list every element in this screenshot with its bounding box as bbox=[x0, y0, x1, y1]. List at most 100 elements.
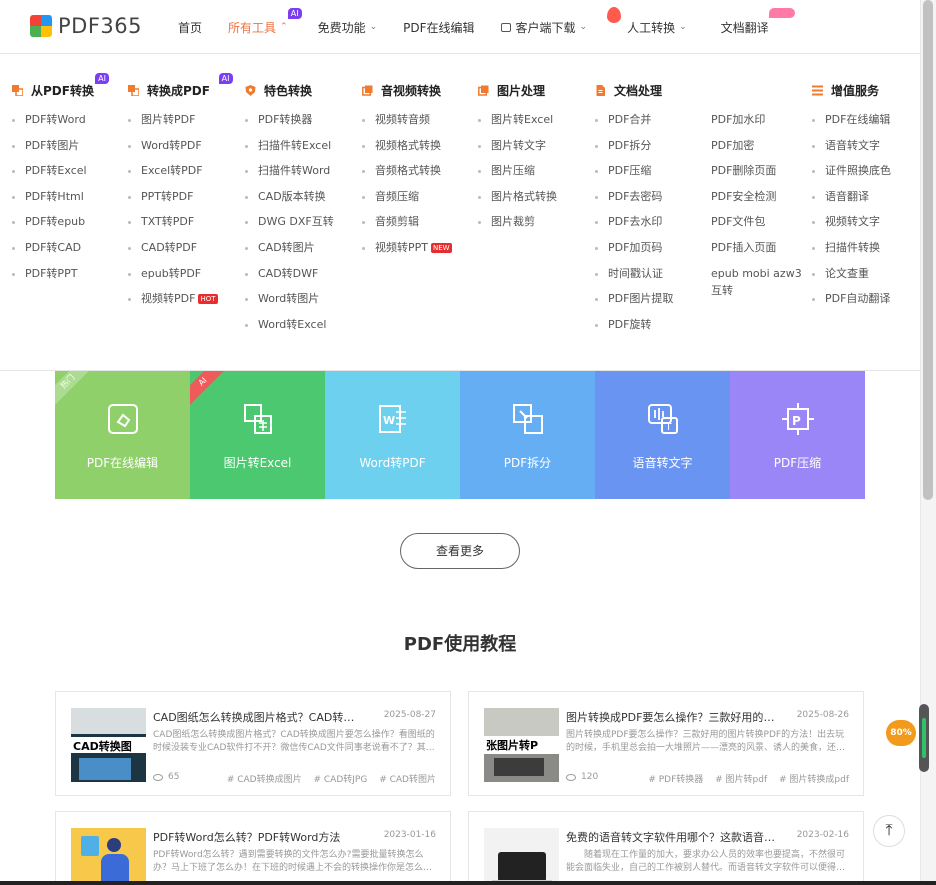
article-card[interactable]: 免费的语音转文字软件用哪个？这款语音转文字工具好用 2023-02-16 随着现… bbox=[468, 811, 864, 885]
menu-item[interactable]: 图片转Excel bbox=[478, 113, 557, 139]
menu-item[interactable]: PDF加水印 bbox=[711, 113, 802, 139]
menu-item[interactable]: DWG DXF互转 bbox=[245, 215, 334, 241]
menu-item-label: PDF转epub bbox=[25, 215, 86, 229]
nav-all-tools[interactable]: 所有工具 ⌃ AI bbox=[228, 7, 302, 36]
menu-item[interactable]: 视频转PDF HOT bbox=[128, 292, 218, 318]
menu-item[interactable]: PDF转图片 bbox=[12, 139, 94, 165]
view-more-button[interactable]: 查看更多 bbox=[400, 533, 520, 569]
menu-item[interactable]: 图片裁剪 bbox=[478, 215, 557, 241]
menu-item[interactable]: PPT转PDF bbox=[128, 190, 218, 216]
nav-human-convert[interactable]: 人工转换 ⌄ bbox=[607, 6, 687, 36]
menu-item[interactable]: 证件照换底色 bbox=[812, 164, 891, 190]
menu-item[interactable]: PDF加页码 bbox=[595, 241, 673, 267]
article-tag[interactable]: # PDF转换器 bbox=[648, 775, 703, 785]
article-card[interactable]: CAD转换图 CAD图纸怎么转换成图片格式？CAD转换成图片要怎么操作？ 202… bbox=[55, 691, 451, 796]
menu-item[interactable]: 扫描件转换 bbox=[812, 241, 891, 267]
menu-item[interactable]: CAD转PDF bbox=[128, 241, 218, 267]
menu-item[interactable]: 语音转文字 bbox=[812, 139, 891, 165]
menu-item[interactable]: Word转PDF bbox=[128, 139, 218, 165]
menu-item[interactable]: PDF拆分 bbox=[595, 139, 673, 165]
nav-doc-translate[interactable]: 文档翻译 bbox=[721, 7, 795, 36]
article-title[interactable]: PDF转Word怎么转？PDF转Word方法 bbox=[153, 829, 363, 845]
nav-free[interactable]: 免费功能 ⌄ bbox=[318, 19, 378, 36]
article-title[interactable]: CAD图纸怎么转换成图片格式？CAD转换成图片要怎么操作？ bbox=[153, 709, 363, 725]
article-title[interactable]: 图片转换成PDF要怎么操作？三款好用的图片转换PDF的方法 bbox=[566, 709, 776, 725]
menu-item[interactable]: 视频转音频 bbox=[362, 113, 452, 139]
menu-item[interactable]: 时间戳认证 bbox=[595, 267, 673, 293]
tool-tile[interactable]: P PDF压缩 bbox=[730, 371, 865, 499]
menu-item[interactable]: epub转PDF bbox=[128, 267, 218, 293]
menu-item[interactable]: 图片转PDF bbox=[128, 113, 218, 139]
nav-home[interactable]: 首页 bbox=[178, 19, 202, 36]
article-card[interactable]: 张图片转P 图片转换成PDF要怎么操作？三款好用的图片转换PDF的方法 2025… bbox=[468, 691, 864, 796]
menu-item[interactable]: PDF压缩 bbox=[595, 164, 673, 190]
menu-item[interactable]: 扫描件转Word bbox=[245, 164, 334, 190]
nav-online-edit[interactable]: PDF在线编辑 bbox=[403, 19, 474, 36]
menu-item[interactable]: Excel转PDF bbox=[128, 164, 218, 190]
menu-item[interactable]: 视频转文字 bbox=[812, 215, 891, 241]
menu-item[interactable]: PDF安全检测 bbox=[711, 190, 802, 216]
back-to-top-button[interactable]: ⤒ bbox=[873, 815, 905, 847]
scrollbar-thumb[interactable] bbox=[923, 0, 933, 500]
nav-client-download[interactable]: 客户端下载 ⌄ bbox=[500, 19, 587, 36]
menu-item[interactable]: PDF转Html bbox=[12, 190, 94, 216]
article-tags: # CAD转换成图片 # CAD转JPG # CAD转图片 bbox=[218, 772, 436, 785]
ai-badge: AI bbox=[218, 73, 233, 84]
article-tag[interactable]: # CAD转换成图片 bbox=[227, 775, 302, 785]
menu-item[interactable]: PDF在线编辑 bbox=[812, 113, 891, 139]
menu-item[interactable]: CAD转图片 bbox=[245, 241, 334, 267]
tool-tile[interactable]: 热门 PDF在线编辑 bbox=[55, 371, 190, 499]
eye-icon bbox=[153, 773, 163, 781]
menu-item[interactable]: PDF加密 bbox=[711, 139, 802, 165]
menu-item[interactable]: PDF转PPT bbox=[12, 267, 94, 293]
convert-icon bbox=[128, 84, 139, 96]
menu-item[interactable]: 图片转文字 bbox=[478, 139, 557, 165]
tool-tile[interactable]: PDF拆分 bbox=[460, 371, 595, 499]
menu-item[interactable]: PDF去密码 bbox=[595, 190, 673, 216]
menu-item[interactable]: PDF转Excel bbox=[12, 164, 94, 190]
article-tag[interactable]: # CAD转图片 bbox=[379, 775, 436, 785]
menu-item[interactable]: 互转 bbox=[711, 284, 802, 310]
menu-item[interactable]: 图片格式转换 bbox=[478, 190, 557, 216]
menu-item[interactable]: PDF转CAD bbox=[12, 241, 94, 267]
menu-item[interactable]: PDF去水印 bbox=[595, 215, 673, 241]
percent-widget[interactable]: 80% bbox=[886, 720, 916, 746]
menu-item[interactable]: 音频剪辑 bbox=[362, 215, 452, 241]
article-tag[interactable]: # 图片转pdf bbox=[715, 775, 767, 785]
menu-item[interactable]: PDF合并 bbox=[595, 113, 673, 139]
article-tag[interactable]: # 图片转换成pdf bbox=[779, 775, 849, 785]
article-tag[interactable]: # CAD转JPG bbox=[314, 775, 368, 785]
article-card[interactable]: PDF转Word怎么转？PDF转Word方法 2023-01-16 PDF转Wo… bbox=[55, 811, 451, 885]
menu-item[interactable]: CAD版本转换 bbox=[245, 190, 334, 216]
menu-item[interactable]: TXT转PDF bbox=[128, 215, 218, 241]
menu-item[interactable]: PDF图片提取 bbox=[595, 292, 673, 318]
menu-lines-icon bbox=[812, 85, 823, 95]
menu-item[interactable]: 音频格式转换 bbox=[362, 164, 452, 190]
tool-tile[interactable]: AI 图片转Excel bbox=[190, 371, 325, 499]
menu-item[interactable]: 图片压缩 bbox=[478, 164, 557, 190]
article-title[interactable]: 免费的语音转文字软件用哪个？这款语音转文字工具好用 bbox=[566, 829, 776, 845]
menu-item[interactable]: PDF删除页面 bbox=[711, 164, 802, 190]
new-tag: NEW bbox=[431, 242, 452, 253]
menu-item[interactable]: CAD转DWF bbox=[245, 267, 334, 293]
menu-item[interactable]: 扫描件转Excel bbox=[245, 139, 334, 165]
menu-item[interactable]: PDF转epub bbox=[12, 215, 94, 241]
menu-item[interactable]: 音频压缩 bbox=[362, 190, 452, 216]
menu-item[interactable]: 视频格式转换 bbox=[362, 139, 452, 165]
menu-item[interactable]: PDF转Word bbox=[12, 113, 94, 139]
tool-tile[interactable]: T 语音转文字 bbox=[595, 371, 730, 499]
menu-item[interactable]: 论文查重 bbox=[812, 267, 891, 293]
menu-item[interactable]: PDF自动翻译 bbox=[812, 292, 891, 318]
menu-item[interactable]: Word转图片 bbox=[245, 292, 334, 318]
menu-item[interactable]: 视频转PPT NEW bbox=[362, 241, 452, 267]
nav-free-label: 免费功能 bbox=[317, 20, 366, 35]
menu-item[interactable]: PDF插入页面 bbox=[711, 241, 802, 267]
menu-item[interactable]: Word转Excel bbox=[245, 318, 334, 344]
menu-item-label: PDF转Excel bbox=[25, 164, 87, 178]
menu-item[interactable]: 语音翻译 bbox=[812, 190, 891, 216]
logo[interactable]: PDF365 bbox=[30, 14, 142, 38]
menu-item[interactable]: PDF旋转 bbox=[595, 318, 673, 344]
menu-item[interactable]: PDF文件包 bbox=[711, 215, 802, 241]
tool-tile[interactable]: W Word转PDF bbox=[325, 371, 460, 499]
menu-item[interactable]: PDF转换器 bbox=[245, 113, 334, 139]
